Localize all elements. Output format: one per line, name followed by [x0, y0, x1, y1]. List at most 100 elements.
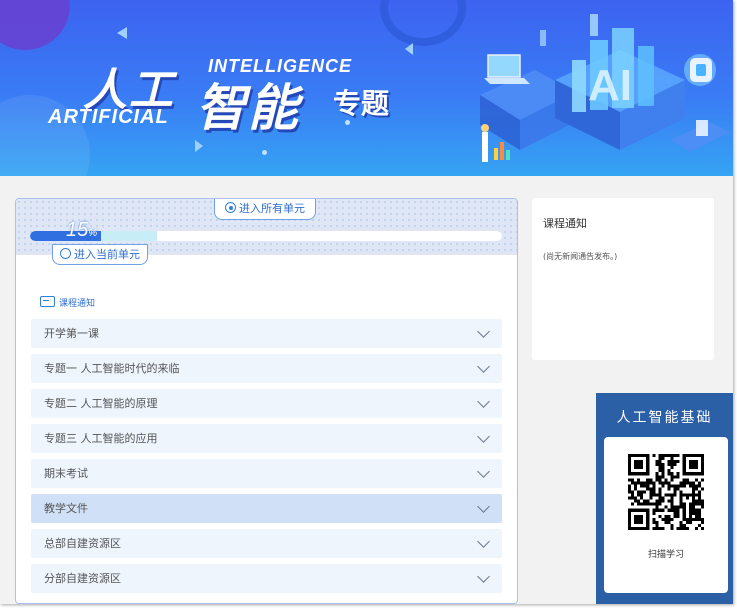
unit-label: 教学文件 [44, 502, 88, 515]
qr-module [637, 517, 641, 521]
unit-item[interactable]: 专题三 人工智能的应用 [31, 424, 502, 453]
qr-module [634, 517, 638, 521]
ai-illustration: AI [480, 14, 730, 162]
qr-module [646, 520, 650, 524]
qr-module [661, 481, 665, 485]
qr-module [646, 469, 650, 473]
qr-module [676, 514, 680, 518]
qr-module [637, 493, 641, 497]
qr-module [634, 484, 638, 488]
qr-module [691, 490, 695, 494]
qr-module [667, 487, 671, 491]
qr-module [697, 517, 701, 521]
chevron-down-icon[interactable] [477, 360, 490, 373]
qr-module [652, 493, 656, 497]
qr-module [637, 466, 641, 470]
qr-module [679, 523, 683, 527]
qr-module [694, 460, 698, 464]
qr-module [628, 457, 632, 461]
qr-module [679, 493, 683, 497]
banner-title-en-bottom: ARTIFICIAL [48, 106, 169, 128]
chevron-down-icon[interactable] [477, 535, 490, 548]
qr-module [655, 472, 659, 476]
qr-module [658, 490, 662, 494]
qr-module [658, 478, 662, 482]
qr-card: 扫描学习 [604, 437, 728, 593]
qr-module [664, 493, 668, 497]
qr-module [628, 508, 632, 512]
qr-module [679, 526, 683, 530]
qr-module [643, 490, 647, 494]
course-notice-link[interactable]: 课程通知 [40, 296, 95, 309]
qr-module [673, 475, 677, 479]
qr-code-image[interactable] [628, 454, 704, 530]
chevron-down-icon[interactable] [477, 395, 490, 408]
qr-module [670, 457, 674, 461]
qr-module [637, 454, 641, 458]
qr-module [658, 526, 662, 530]
qr-module [634, 496, 638, 500]
qr-module [664, 478, 668, 482]
qr-module [694, 487, 698, 491]
qr-module [628, 514, 632, 518]
qr-module [658, 466, 662, 470]
qr-module [646, 514, 650, 518]
decor-arc [380, 0, 466, 46]
qr-module [643, 499, 647, 503]
qr-module [640, 517, 644, 521]
qr-module [682, 505, 686, 509]
unit-item[interactable]: 期末考试 [31, 459, 502, 488]
chevron-down-icon[interactable] [477, 430, 490, 443]
qr-module [685, 520, 689, 524]
qr-module [652, 454, 656, 458]
unit-item[interactable]: 总部自建资源区 [31, 529, 502, 558]
qr-module [691, 511, 695, 515]
qr-module [700, 526, 704, 530]
qr-module [700, 478, 704, 482]
unit-item[interactable]: 开学第一课 [31, 319, 502, 348]
qr-module [670, 523, 674, 527]
qr-module [682, 469, 686, 473]
qr-module [661, 472, 665, 476]
qr-module [643, 508, 647, 512]
chevron-down-icon[interactable] [477, 570, 490, 583]
chevron-down-icon[interactable] [477, 325, 490, 338]
unit-item[interactable]: 专题二 人工智能的原理 [31, 389, 502, 418]
qr-module [643, 481, 647, 485]
chevron-down-icon[interactable] [477, 465, 490, 478]
progress-highlight [100, 231, 158, 241]
qr-module [661, 457, 665, 461]
qr-module [661, 466, 665, 470]
enter-all-units-button[interactable]: 进入所有单元 [214, 199, 316, 220]
enter-current-unit-button[interactable]: 进入当前单元 [52, 244, 148, 265]
qr-module [640, 460, 644, 464]
qr-module [697, 454, 701, 458]
qr-module [670, 499, 674, 503]
qr-module [640, 481, 644, 485]
qr-module [655, 499, 659, 503]
unit-list: 开学第一课 专题一 人工智能时代的来临 专题二 人工智能的原理 专题三 人工智能… [31, 319, 502, 599]
chevron-down-icon[interactable] [477, 500, 490, 513]
qr-module [682, 478, 686, 482]
qr-module [655, 526, 659, 530]
qr-module [688, 505, 692, 509]
qr-module [628, 463, 632, 467]
qr-module [688, 508, 692, 512]
qr-module [697, 490, 701, 494]
qr-module [640, 496, 644, 500]
unit-item[interactable]: 分部自建资源区 [31, 564, 502, 593]
qr-module [682, 466, 686, 470]
qr-module [664, 505, 668, 509]
qr-module [637, 490, 641, 494]
qr-module [634, 481, 638, 485]
qr-module [634, 472, 638, 476]
unit-item[interactable]: 专题一 人工智能时代的来临 [31, 354, 502, 383]
qr-module [628, 472, 632, 476]
qr-module [685, 472, 689, 476]
qr-module [646, 499, 650, 503]
qr-module [691, 463, 695, 467]
qr-module [697, 508, 701, 512]
qr-module [664, 517, 668, 521]
unit-item[interactable]: 教学文件 [31, 494, 502, 523]
qr-module [697, 499, 701, 503]
